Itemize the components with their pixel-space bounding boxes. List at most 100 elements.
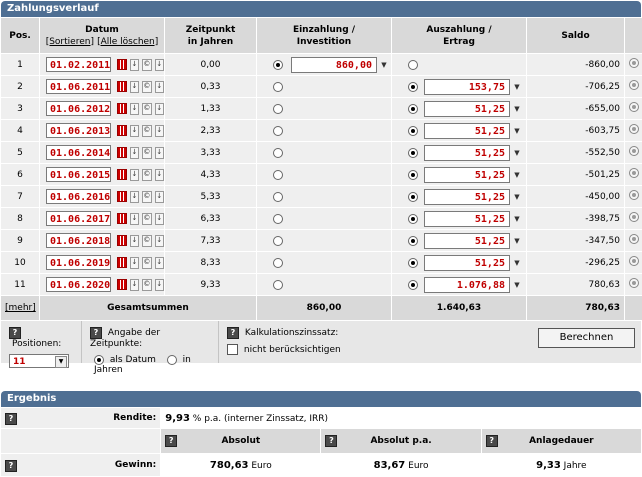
more-link[interactable]: [mehr]	[5, 303, 36, 313]
arrow-down-icon[interactable]: ↓	[129, 212, 140, 225]
radio-auszahlung[interactable]	[408, 147, 418, 158]
arrow-down-icon[interactable]: ↓	[154, 212, 164, 225]
amount-input[interactable]: 51,25	[424, 100, 510, 117]
delete-row-icon[interactable]	[629, 168, 639, 178]
chevron-down-icon[interactable]: ▼	[512, 280, 522, 290]
help-icon[interactable]: ?	[5, 413, 17, 425]
radio-auszahlung[interactable]	[408, 81, 418, 92]
copy-icon[interactable]: ©	[142, 124, 152, 137]
delete-row-icon[interactable]	[629, 102, 639, 112]
ignore-interest-checkbox[interactable]	[227, 344, 238, 355]
date-input[interactable]: 01.06.2011	[46, 79, 112, 94]
amount-input[interactable]: 51,25	[424, 232, 510, 249]
copy-icon[interactable]: ©	[142, 256, 152, 269]
arrow-down-icon[interactable]: ↓	[129, 80, 140, 93]
amount-input[interactable]: 51,25	[424, 144, 510, 161]
amount-input[interactable]: 51,25	[424, 122, 510, 139]
date-input[interactable]: 01.06.2016	[46, 189, 112, 204]
delete-row-icon[interactable]	[629, 278, 639, 288]
positions-select[interactable]: 11 ▼	[9, 353, 69, 368]
arrow-down-icon[interactable]: ↓	[154, 146, 164, 159]
radio-auszahlung[interactable]	[408, 169, 418, 180]
calendar-icon[interactable]	[117, 103, 127, 114]
calendar-icon[interactable]	[117, 213, 127, 224]
radio-einzahlung[interactable]	[273, 81, 283, 92]
calendar-icon[interactable]	[117, 125, 127, 136]
date-input[interactable]: 01.06.2020	[46, 277, 112, 292]
calendar-icon[interactable]	[117, 279, 127, 290]
arrow-down-icon[interactable]: ↓	[129, 190, 140, 203]
arrow-down-icon[interactable]: ↓	[154, 80, 164, 93]
radio-einzahlung[interactable]	[273, 169, 283, 180]
radio-auszahlung[interactable]	[408, 213, 418, 224]
copy-icon[interactable]: ©	[142, 190, 152, 203]
arrow-down-icon[interactable]: ↓	[154, 234, 164, 247]
date-input[interactable]: 01.06.2019	[46, 255, 112, 270]
delete-row-icon[interactable]	[629, 58, 639, 68]
arrow-down-icon[interactable]: ↓	[154, 102, 164, 115]
calendar-icon[interactable]	[117, 81, 127, 92]
chevron-down-icon[interactable]: ▼	[512, 170, 522, 180]
calendar-icon[interactable]	[117, 59, 127, 70]
radio-einzahlung[interactable]	[273, 213, 283, 224]
arrow-down-icon[interactable]: ↓	[154, 58, 164, 71]
date-input[interactable]: 01.06.2014	[46, 145, 112, 160]
date-input[interactable]: 01.06.2018	[46, 233, 112, 248]
radio-auszahlung[interactable]	[408, 191, 418, 202]
calendar-icon[interactable]	[117, 191, 127, 202]
arrow-down-icon[interactable]: ↓	[129, 234, 140, 247]
radio-einzahlung[interactable]	[273, 279, 283, 290]
arrow-down-icon[interactable]: ↓	[129, 146, 140, 159]
arrow-down-icon[interactable]: ↓	[129, 58, 140, 71]
chevron-down-icon[interactable]: ▼	[512, 126, 522, 136]
help-icon[interactable]: ?	[5, 460, 17, 472]
copy-icon[interactable]: ©	[142, 168, 152, 181]
radio-als-datum[interactable]	[94, 354, 104, 365]
arrow-down-icon[interactable]: ↓	[129, 102, 140, 115]
date-input[interactable]: 01.06.2017	[46, 211, 112, 226]
amount-input[interactable]: 51,25	[424, 254, 510, 271]
radio-einzahlung[interactable]	[273, 257, 283, 268]
amount-input[interactable]: 1.076,88	[424, 276, 510, 293]
copy-icon[interactable]: ©	[142, 212, 152, 225]
calendar-icon[interactable]	[117, 257, 127, 268]
copy-icon[interactable]: ©	[142, 146, 152, 159]
copy-icon[interactable]: ©	[142, 234, 152, 247]
chevron-down-icon[interactable]: ▼	[512, 104, 522, 114]
chevron-down-icon[interactable]: ▼	[512, 192, 522, 202]
arrow-down-icon[interactable]: ↓	[154, 168, 164, 181]
delete-row-icon[interactable]	[629, 256, 639, 266]
help-icon[interactable]: ?	[485, 435, 498, 447]
radio-einzahlung[interactable]	[273, 59, 283, 70]
chevron-down-icon[interactable]: ▼	[379, 60, 389, 70]
arrow-down-icon[interactable]: ↓	[129, 278, 140, 291]
copy-icon[interactable]: ©	[142, 278, 152, 291]
copy-icon[interactable]: ©	[142, 102, 152, 115]
chevron-down-icon[interactable]: ▼	[512, 148, 522, 158]
amount-input[interactable]: 51,25	[424, 166, 510, 183]
delete-row-icon[interactable]	[629, 234, 639, 244]
radio-einzahlung[interactable]	[273, 147, 283, 158]
radio-auszahlung[interactable]	[408, 59, 418, 70]
radio-auszahlung[interactable]	[408, 125, 418, 136]
help-icon[interactable]: ?	[90, 327, 102, 339]
delete-row-icon[interactable]	[629, 124, 639, 134]
delete-row-icon[interactable]	[629, 190, 639, 200]
date-input[interactable]: 01.06.2013	[46, 123, 112, 138]
delete-row-icon[interactable]	[629, 80, 639, 90]
calendar-icon[interactable]	[117, 147, 127, 158]
radio-einzahlung[interactable]	[273, 103, 283, 114]
chevron-down-icon[interactable]: ▼	[512, 258, 522, 268]
copy-icon[interactable]: ©	[142, 58, 152, 71]
arrow-down-icon[interactable]: ↓	[154, 124, 164, 137]
date-input[interactable]: 01.06.2015	[46, 167, 112, 182]
radio-einzahlung[interactable]	[273, 125, 283, 136]
help-icon[interactable]: ?	[9, 327, 21, 339]
radio-einzahlung[interactable]	[273, 235, 283, 246]
chevron-down-icon[interactable]: ▼	[512, 214, 522, 224]
arrow-down-icon[interactable]: ↓	[129, 124, 140, 137]
amount-input[interactable]: 51,25	[424, 188, 510, 205]
delete-row-icon[interactable]	[629, 146, 639, 156]
radio-auszahlung[interactable]	[408, 103, 418, 114]
delete-row-icon[interactable]	[629, 212, 639, 222]
